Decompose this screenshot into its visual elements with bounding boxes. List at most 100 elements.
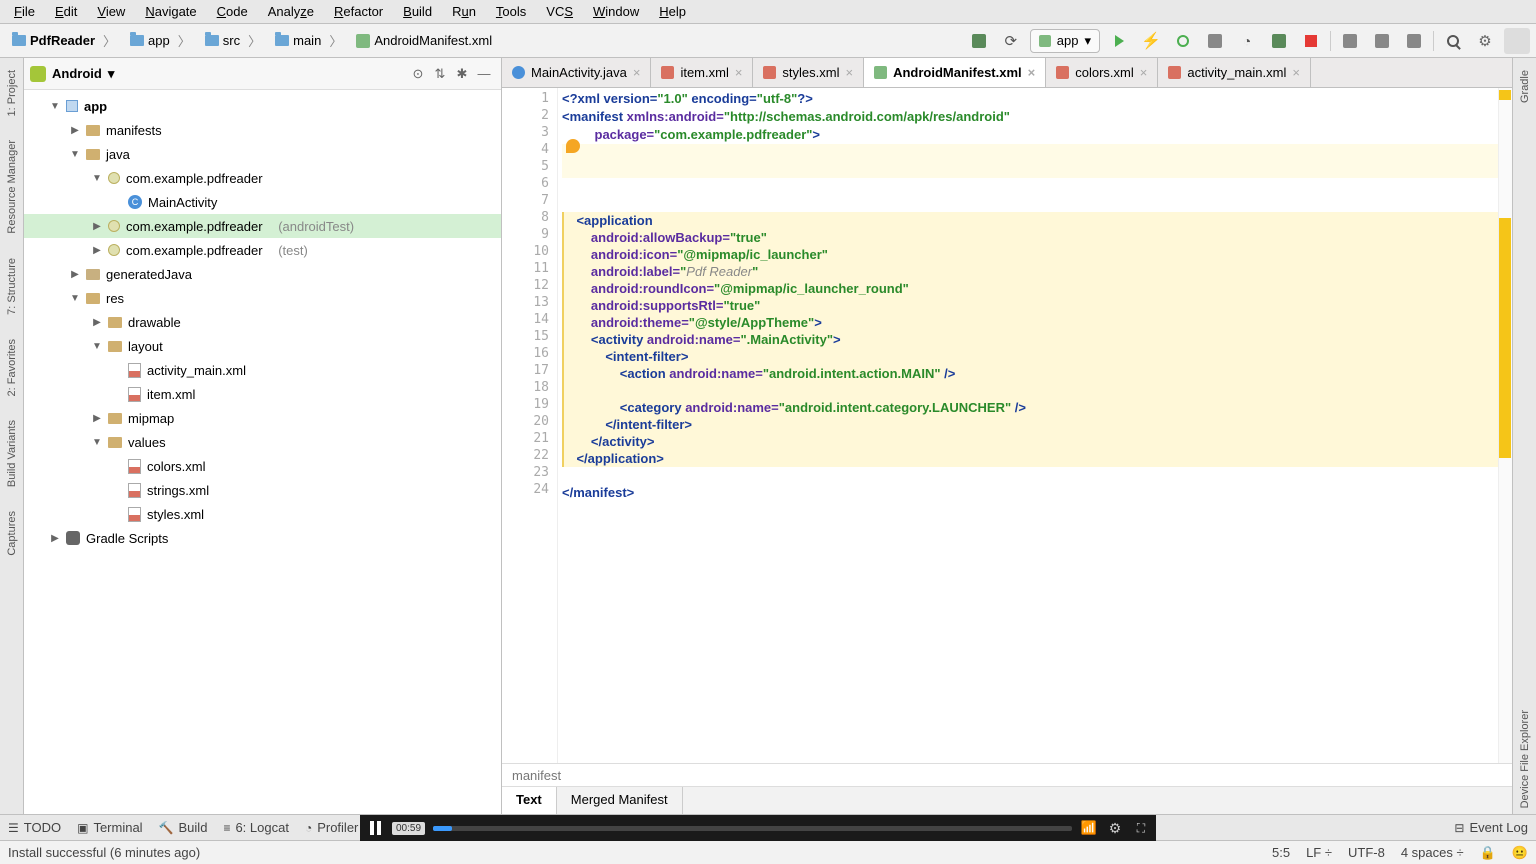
- search-everywhere-button[interactable]: [1440, 28, 1466, 54]
- tree-node-java[interactable]: ▼java: [24, 142, 501, 166]
- tree-node-manifests[interactable]: ▶manifests: [24, 118, 501, 142]
- breadcrumb-src[interactable]: src〉: [199, 29, 267, 52]
- event-log-tool-tab[interactable]: ⊟ Event Log: [1454, 820, 1528, 835]
- menu-navigate[interactable]: Navigate: [137, 2, 204, 21]
- caret-position[interactable]: 5:5: [1272, 845, 1290, 860]
- settings-button[interactable]: ⚙: [1472, 28, 1498, 54]
- chevron-down-icon[interactable]: ▾: [108, 66, 115, 82]
- breadcrumb-main[interactable]: main〉: [269, 29, 348, 52]
- breadcrumb-app[interactable]: app〉: [124, 29, 197, 52]
- breadcrumb-project[interactable]: PdfReader〉: [6, 29, 122, 52]
- tree-node-values[interactable]: ▼values: [24, 430, 501, 454]
- tree-node-layout[interactable]: ▼layout: [24, 334, 501, 358]
- todo-tool-tab[interactable]: ☰ TODO: [8, 820, 61, 835]
- tab-styles-xml[interactable]: styles.xml×: [753, 58, 864, 87]
- tag-breadcrumb[interactable]: manifest: [502, 764, 1512, 786]
- encoding-selector[interactable]: UTF-8: [1348, 845, 1385, 860]
- tree-node-generated-java[interactable]: ▶generatedJava: [24, 262, 501, 286]
- user-avatar[interactable]: [1504, 28, 1530, 54]
- device-file-explorer-tool-tab[interactable]: Device File Explorer: [1519, 704, 1531, 814]
- indent-selector[interactable]: 4 spaces ÷: [1401, 845, 1464, 860]
- panel-settings-button[interactable]: ✱: [451, 63, 473, 85]
- run-button[interactable]: [1106, 28, 1132, 54]
- menu-analyze[interactable]: Analyze: [260, 2, 322, 21]
- tree-node-res[interactable]: ▼res: [24, 286, 501, 310]
- layout-inspector-button[interactable]: [1401, 28, 1427, 54]
- menu-vcs[interactable]: VCS: [538, 2, 581, 21]
- tree-node-main-activity[interactable]: CMainActivity: [24, 190, 501, 214]
- profiler-tool-tab[interactable]: ◔ Profiler: [305, 820, 358, 835]
- tree-file-strings[interactable]: strings.xml: [24, 478, 501, 502]
- close-icon[interactable]: ×: [735, 65, 743, 80]
- tab-colors-xml[interactable]: colors.xml×: [1046, 58, 1158, 87]
- menu-build[interactable]: Build: [395, 2, 440, 21]
- breadcrumb-file[interactable]: AndroidManifest.xml: [350, 31, 498, 50]
- video-settings-button[interactable]: ⚙: [1106, 819, 1124, 837]
- structure-tool-tab[interactable]: 7: Structure: [6, 252, 18, 321]
- close-icon[interactable]: ×: [845, 65, 853, 80]
- menu-edit[interactable]: Edit: [47, 2, 85, 21]
- run-coverage-button[interactable]: [1202, 28, 1228, 54]
- close-icon[interactable]: ×: [1140, 65, 1148, 80]
- project-view-selector[interactable]: Android: [52, 66, 102, 81]
- sync-gradle-button[interactable]: ⟳: [998, 28, 1024, 54]
- apply-changes-button[interactable]: ⚡: [1138, 28, 1164, 54]
- build-variants-tool-tab[interactable]: Build Variants: [6, 414, 18, 493]
- hector-icon[interactable]: 😐: [1512, 845, 1528, 861]
- attach-debugger-button[interactable]: [1266, 28, 1292, 54]
- menu-code[interactable]: Code: [209, 2, 256, 21]
- project-tool-tab[interactable]: 1: Project: [6, 64, 18, 122]
- tree-node-drawable[interactable]: ▶drawable: [24, 310, 501, 334]
- warning-marker[interactable]: [1499, 90, 1511, 100]
- tab-activity-main-xml[interactable]: activity_main.xml×: [1158, 58, 1311, 87]
- hide-panel-button[interactable]: —: [473, 63, 495, 85]
- menu-file[interactable]: File: [6, 2, 43, 21]
- menu-view[interactable]: View: [89, 2, 133, 21]
- warning-marker[interactable]: [1499, 218, 1511, 458]
- locate-button[interactable]: ⊙: [407, 63, 429, 85]
- profile-button[interactable]: ◔: [1234, 28, 1260, 54]
- menu-help[interactable]: Help: [651, 2, 694, 21]
- video-progress-track[interactable]: [433, 826, 1072, 831]
- make-project-button[interactable]: [966, 28, 992, 54]
- code-content[interactable]: <?xml version="1.0" encoding="utf-8"?> <…: [558, 88, 1512, 504]
- avd-manager-button[interactable]: [1337, 28, 1363, 54]
- merged-manifest-tab[interactable]: Merged Manifest: [557, 787, 683, 814]
- tree-file-styles[interactable]: styles.xml: [24, 502, 501, 526]
- tree-node-mipmap[interactable]: ▶mipmap: [24, 406, 501, 430]
- tree-node-package-test[interactable]: ▶com.example.pdfreader (test): [24, 238, 501, 262]
- tree-file-activity-main[interactable]: activity_main.xml: [24, 358, 501, 382]
- menu-tools[interactable]: Tools: [488, 2, 534, 21]
- close-icon[interactable]: ×: [633, 65, 641, 80]
- build-tool-tab[interactable]: 🔨 Build: [159, 820, 208, 835]
- stop-button[interactable]: [1298, 28, 1324, 54]
- debug-button[interactable]: [1170, 28, 1196, 54]
- run-config-selector[interactable]: app ▾: [1030, 29, 1100, 53]
- captures-tool-tab[interactable]: Captures: [6, 505, 18, 562]
- tree-file-item-xml[interactable]: item.xml: [24, 382, 501, 406]
- tab-item-xml[interactable]: item.xml×: [651, 58, 753, 87]
- sdk-manager-button[interactable]: [1369, 28, 1395, 54]
- tree-file-colors[interactable]: colors.xml: [24, 454, 501, 478]
- error-stripe[interactable]: [1498, 88, 1512, 763]
- gradle-tool-tab[interactable]: Gradle: [1519, 64, 1531, 109]
- tab-main-activity[interactable]: MainActivity.java×: [502, 58, 651, 87]
- favorites-tool-tab[interactable]: 2: Favorites: [6, 333, 18, 402]
- close-icon[interactable]: ×: [1028, 65, 1036, 80]
- logcat-tool-tab[interactable]: ≡ 6: Logcat: [223, 820, 289, 835]
- menu-refactor[interactable]: Refactor: [326, 2, 391, 21]
- menu-window[interactable]: Window: [585, 2, 647, 21]
- tree-node-app[interactable]: ▼app: [24, 94, 501, 118]
- line-ending-selector[interactable]: LF ÷: [1306, 845, 1332, 860]
- project-tree[interactable]: ▼app ▶manifests ▼java ▼com.example.pdfre…: [24, 90, 501, 814]
- text-mode-tab[interactable]: Text: [502, 787, 557, 814]
- code-editor[interactable]: 123456789101112131415161718192021222324 …: [502, 88, 1512, 763]
- terminal-tool-tab[interactable]: ▣ Terminal: [77, 820, 142, 835]
- video-fullscreen-button[interactable]: ⛶: [1132, 819, 1150, 837]
- tree-node-package-main[interactable]: ▼com.example.pdfreader: [24, 166, 501, 190]
- close-icon[interactable]: ×: [1292, 65, 1300, 80]
- intention-bulb-icon[interactable]: [566, 139, 580, 153]
- video-quality-icon[interactable]: 📶: [1080, 819, 1098, 837]
- tree-node-gradle-scripts[interactable]: ▶Gradle Scripts: [24, 526, 501, 550]
- tab-androidmanifest[interactable]: AndroidManifest.xml×: [864, 58, 1046, 87]
